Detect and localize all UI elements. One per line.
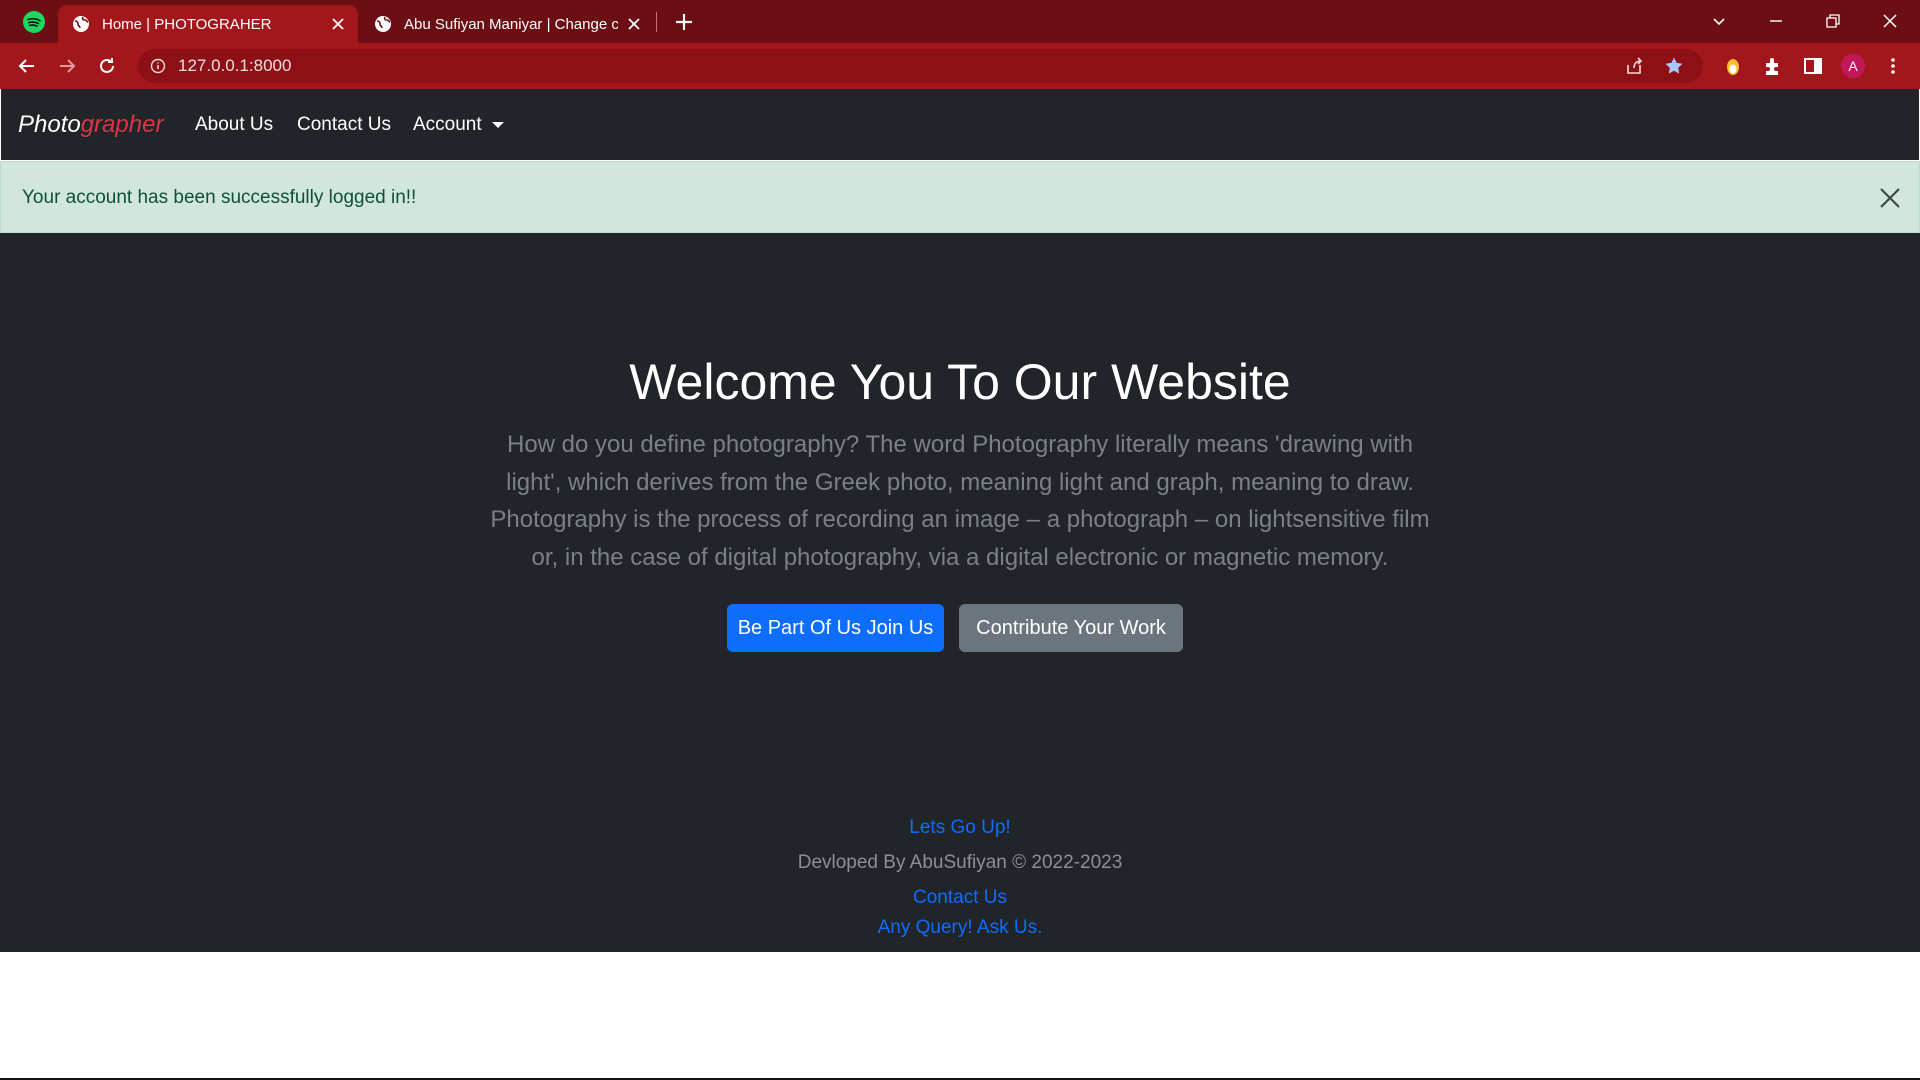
globe-icon <box>374 15 392 33</box>
hero-text-line: Photography is the process of recording … <box>490 506 1430 533</box>
hero-text-line: light', which derives from the Greek pho… <box>506 468 1414 496</box>
tab-divider <box>656 12 657 32</box>
new-tab-plus-icon[interactable] <box>672 10 696 34</box>
tab-search-chevron-icon[interactable] <box>1705 8 1733 34</box>
share-icon[interactable] <box>1624 56 1644 76</box>
success-alert: Your account has been successfully logge… <box>0 161 1920 233</box>
close-window-icon[interactable] <box>1876 8 1904 34</box>
footer-contact-link[interactable]: Contact Us <box>0 887 1920 909</box>
profile-avatar[interactable]: A <box>1841 54 1865 78</box>
dropdown-caret-icon <box>491 121 504 128</box>
extension-icon[interactable] <box>1722 55 1744 77</box>
contribute-work-button[interactable]: Contribute Your Work <box>959 604 1183 652</box>
hero-title: Welcome You To Our Website <box>629 354 1291 410</box>
site-navbar: Photographer About Us Contact Us Account <box>0 89 1920 161</box>
nav-contact-us[interactable]: Contact Us <box>297 114 391 136</box>
hero-text-line: or, in the case of digital photography, … <box>531 543 1389 571</box>
globe-icon <box>72 15 90 33</box>
footer-credit: Devloped By AbuSufiyan © 2022-2023 <box>797 852 1123 873</box>
brand-text-part2: grapher <box>80 111 164 138</box>
join-us-button[interactable]: Be Part Of Us Join Us <box>727 604 944 652</box>
footer-query-link[interactable]: Any Query! Ask Us. <box>0 917 1920 939</box>
minimize-window-icon[interactable] <box>1762 8 1790 34</box>
reload-icon[interactable] <box>93 53 121 79</box>
page-body: Photographer About Us Contact Us Account… <box>0 89 1920 952</box>
back-to-top-link[interactable]: Lets Go Up! <box>0 817 1920 839</box>
extensions-puzzle-icon[interactable] <box>1762 55 1784 77</box>
browser-menu-icon[interactable] <box>1882 55 1904 77</box>
side-panel-icon[interactable] <box>1802 55 1824 77</box>
tab-home[interactable]: Home | PHOTOGRAHER <box>58 5 358 43</box>
close-tab-icon[interactable] <box>330 16 346 32</box>
brand-logo[interactable]: Photographer <box>18 111 163 139</box>
nav-account-label: Account <box>413 114 482 135</box>
hero-description: How do you define photography? The word … <box>490 426 1430 576</box>
forward-arrow-icon[interactable] <box>53 53 81 79</box>
spotify-pinned-tab-icon[interactable] <box>22 10 46 34</box>
alert-message: Your account has been successfully logge… <box>22 187 417 208</box>
close-tab-icon[interactable] <box>626 16 642 32</box>
address-bar[interactable]: 127.0.0.1:8000 <box>138 49 1703 83</box>
site-info-icon[interactable] <box>150 58 166 74</box>
browser-tabstrip: Home | PHOTOGRAHER Abu Sufiyan Maniyar |… <box>0 0 1920 43</box>
hero-text-line: How do you define photography? The word … <box>507 431 1413 458</box>
bookmark-star-icon[interactable] <box>1664 56 1684 76</box>
restore-window-icon[interactable] <box>1819 8 1847 34</box>
tab-title: Home | PHOTOGRAHER <box>102 15 272 33</box>
tab-change-profile[interactable]: Abu Sufiyan Maniyar | Change co <box>360 5 654 43</box>
close-alert-icon[interactable] <box>1879 187 1901 209</box>
tab-title: Abu Sufiyan Maniyar | Change co <box>404 15 618 33</box>
brand-text-part1: Photo <box>18 111 81 138</box>
nav-account-dropdown[interactable]: Account <box>413 114 504 136</box>
url-text[interactable]: 127.0.0.1:8000 <box>178 56 291 76</box>
back-arrow-icon[interactable] <box>13 53 41 79</box>
nav-about-us[interactable]: About Us <box>195 114 273 136</box>
